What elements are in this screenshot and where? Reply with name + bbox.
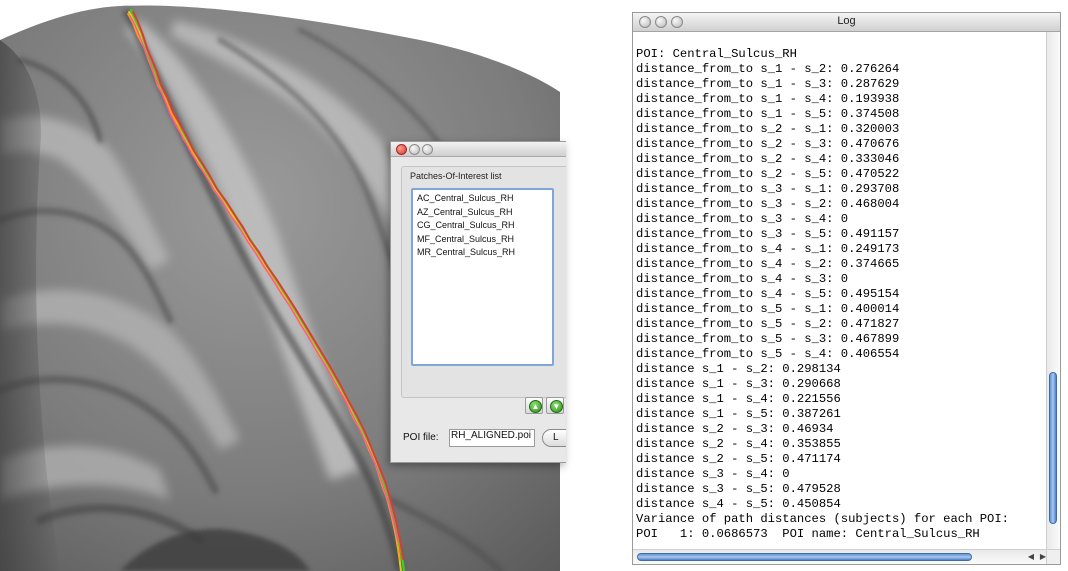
log-line: distance_from_to s_2 - s_5: 0.470522: [636, 167, 900, 181]
log-line: Variance of path distances (subjects) fo…: [636, 512, 1009, 526]
log-line: distance_from_to s_2 - s_3: 0.470676: [636, 137, 900, 151]
horizontal-scrollbar-thumb[interactable]: [637, 553, 972, 561]
log-line: distance_from_to s_3 - s_5: 0.491157: [636, 227, 900, 241]
poi-list[interactable]: AC_Central_Sulcus_RH AZ_Central_Sulcus_R…: [411, 188, 554, 366]
log-line: distance s_2 - s_3: 0.46934: [636, 422, 834, 436]
scroll-left-arrow-icon[interactable]: ◀: [1025, 551, 1037, 563]
log-line: distance s_2 - s_5: 0.471174: [636, 452, 841, 466]
log-text-area[interactable]: POI: Central_Sulcus_RH distance_from_to s…: [636, 47, 1046, 547]
log-line: distance_from_to s_4 - s_1: 0.249173: [636, 242, 900, 256]
log-line: distance_from_to s_1 - s_5: 0.374508: [636, 107, 900, 121]
log-line: POI 1: 0.0686573 POI name: Central_Sulcu…: [636, 527, 980, 541]
resize-corner[interactable]: [1046, 549, 1060, 564]
log-line: distance_from_to s_3 - s_4: 0: [636, 212, 849, 226]
poi-list-item[interactable]: AC_Central_Sulcus_RH: [417, 192, 548, 206]
vertical-scrollbar[interactable]: [1046, 32, 1060, 551]
log-line: distance s_4 - s_5: 0.450854: [636, 497, 841, 511]
log-line: distance s_3 - s_5: 0.479528: [636, 482, 841, 496]
log-line: distance_from_to s_4 - s_5: 0.495154: [636, 287, 900, 301]
poi-list-item[interactable]: MR_Central_Sulcus_RH: [417, 246, 548, 260]
log-line: distance_from_to s_5 - s_2: 0.471827: [636, 317, 900, 331]
log-window-title: Log: [837, 15, 856, 27]
log-line: distance_from_to s_3 - s_2: 0.468004: [636, 197, 900, 211]
log-line: distance_from_to s_1 - s_4: 0.193938: [636, 92, 900, 106]
log-line: distance_from_to s_2 - s_4: 0.333046: [636, 152, 900, 166]
log-line: distance s_3 - s_4: 0: [636, 467, 790, 481]
log-line: distance_from_to s_4 - s_3: 0: [636, 272, 849, 286]
log-window: Log POI: Central_Sulcus_RH distance_from_…: [632, 12, 1061, 565]
poi-file-label: POI file:: [403, 432, 439, 443]
log-line: distance_from_to s_5 - s_4: 0.406554: [636, 347, 900, 361]
close-icon[interactable]: [396, 144, 407, 155]
poi-list-group-label: Patches-Of-Interest list: [410, 171, 502, 181]
poi-list-item[interactable]: AZ_Central_Sulcus_RH: [417, 206, 548, 220]
poi-list-item[interactable]: MF_Central_Sulcus_RH: [417, 233, 548, 247]
poi-list-group: Patches-Of-Interest list AC_Central_Sulc…: [401, 166, 566, 414]
move-up-button[interactable]: ▲: [525, 397, 543, 414]
log-line: distance_from_to s_5 - s_1: 0.400014: [636, 302, 900, 316]
log-line: distance_from_to s_1 - s_2: 0.276264: [636, 62, 900, 76]
minimize-icon[interactable]: [409, 144, 420, 155]
poi-file-field[interactable]: RH_ALIGNED.poi: [449, 429, 535, 447]
log-line: POI: Central_Sulcus_RH: [636, 47, 797, 61]
zoom-icon[interactable]: [422, 144, 433, 155]
log-line: distance_from_to s_4 - s_2: 0.374665: [636, 257, 900, 271]
log-window-titlebar[interactable]: Log: [633, 13, 1060, 32]
load-button[interactable]: L: [542, 429, 566, 447]
log-line: distance s_1 - s_3: 0.290668: [636, 377, 841, 391]
up-arrow-icon: ▲: [529, 400, 542, 413]
down-arrow-icon: ▼: [550, 400, 563, 413]
poi-list-item[interactable]: CG_Central_Sulcus_RH: [417, 219, 548, 233]
log-line: distance s_2 - s_4: 0.353855: [636, 437, 841, 451]
horizontal-scrollbar[interactable]: ◀ ▶: [633, 549, 1049, 564]
log-line: distance s_1 - s_2: 0.298134: [636, 362, 841, 376]
log-line: distance_from_to s_2 - s_1: 0.320003: [636, 122, 900, 136]
poi-dialog: Patches-Of-Interest list AC_Central_Sulc…: [390, 141, 566, 463]
log-line: distance_from_to s_1 - s_3: 0.287629: [636, 77, 900, 91]
log-line: distance_from_to s_3 - s_1: 0.293708: [636, 182, 900, 196]
log-line: distance s_1 - s_5: 0.387261: [636, 407, 841, 421]
log-line: distance s_1 - s_4: 0.221556: [636, 392, 841, 406]
poi-dialog-titlebar[interactable]: [391, 142, 566, 157]
log-line: distance_from_to s_5 - s_3: 0.467899: [636, 332, 900, 346]
move-down-button[interactable]: ▼: [546, 397, 564, 414]
vertical-scrollbar-thumb[interactable]: [1049, 372, 1057, 524]
